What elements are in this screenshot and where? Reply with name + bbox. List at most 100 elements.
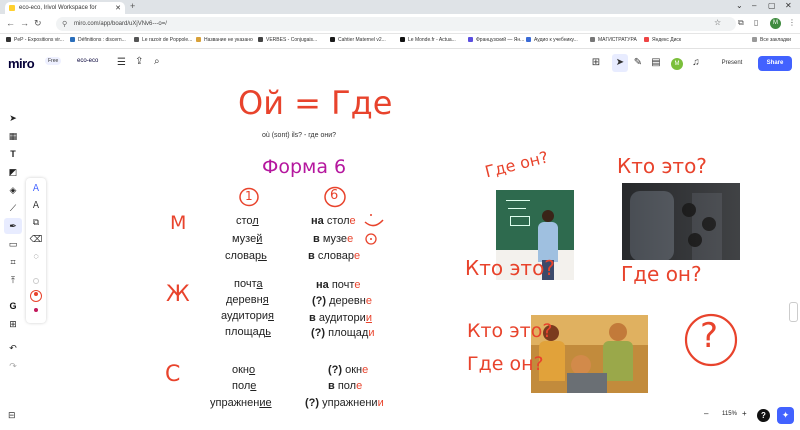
shapes-icon[interactable]: ◈ [4, 182, 22, 198]
noun-okno[interactable]: окно [232, 364, 255, 376]
ai-assist-button[interactable]: ✦ [777, 407, 794, 424]
undo-icon[interactable]: ↶ [4, 340, 22, 356]
noun-stol[interactable]: стол [236, 215, 259, 227]
bookmark-item[interactable]: Аудио к учебнику... [526, 37, 578, 43]
question-where-mid-right[interactable]: Где он? [621, 262, 702, 286]
bookmark-item[interactable]: Яндекс Диск [644, 37, 681, 43]
search-icon[interactable]: ⌕ [154, 56, 160, 67]
marker-icon[interactable]: Ａ [26, 198, 46, 212]
forward-icon[interactable]: → [20, 18, 29, 28]
notifications-icon[interactable]: ♫ [688, 54, 704, 72]
google-icon[interactable]: G [4, 298, 22, 314]
all-bookmarks[interactable]: Все закладки [752, 37, 791, 43]
bookmark-item[interactable]: Cahtier Maternel v2... [330, 37, 386, 43]
extensions-icon[interactable]: ⧉ [738, 18, 744, 28]
color-swatch-magenta[interactable] [34, 308, 38, 312]
bookmark-item[interactable]: Французский — Ян... [468, 37, 524, 43]
color-swatch-white[interactable] [33, 278, 39, 284]
question-where-bottom[interactable]: Где он? [467, 353, 544, 375]
bookmark-folder[interactable]: МАГИСТРАТУРА [590, 37, 637, 43]
connector-line-icon[interactable]: ⟋ [4, 200, 22, 216]
smart-draw-icon[interactable]: ⧉ [26, 215, 46, 229]
plan-badge[interactable]: Free [45, 57, 62, 65]
reactions-icon[interactable]: ✎ [630, 54, 646, 72]
reload-icon[interactable]: ↻ [34, 18, 42, 29]
subtitle-text[interactable]: où (sont) ils? - где они? [262, 132, 336, 139]
apps-icon[interactable]: ⊞ [588, 54, 604, 72]
browser-tab[interactable]: eco-eco, Irivol Workspace for ✕ [5, 2, 125, 14]
eraser-icon[interactable]: ⌫ [26, 232, 46, 246]
minimize-icon[interactable]: – [752, 1, 756, 10]
zoom-out-icon[interactable]: – [704, 409, 708, 418]
frame-tool-icon[interactable]: ⌗ [4, 254, 22, 270]
close-window-icon[interactable]: ✕ [785, 1, 792, 10]
text-tool-icon[interactable]: T [4, 146, 22, 162]
forma-6-handwritten[interactable]: Форма 6 [262, 156, 346, 178]
pen-icon[interactable]: Ａ [26, 181, 46, 195]
loc-na-stole[interactable]: на столе [311, 215, 356, 227]
question-who-bottom[interactable]: Кто это? [467, 320, 552, 342]
loc-q-ploshadi[interactable]: (?) площади [311, 327, 374, 339]
pen-tool-icon[interactable]: ✒ [4, 218, 22, 234]
bookmark-item[interactable]: VERBES - Conjugais... [258, 37, 317, 43]
new-tab-icon[interactable]: + [130, 1, 135, 11]
bookmark-item[interactable]: Définitions : discern... [70, 37, 126, 43]
gender-masculine-label[interactable]: М [170, 212, 186, 234]
gender-feminine-label[interactable]: Ж [166, 282, 190, 307]
loc-q-okne[interactable]: (?) окне [328, 364, 368, 376]
loc-v-auditorii[interactable]: в аудитории [309, 312, 372, 324]
lasso-icon[interactable]: ◌ [26, 249, 46, 263]
close-tab-icon[interactable]: ✕ [115, 4, 121, 12]
chevron-down-icon[interactable]: ⌄ [736, 1, 743, 10]
noun-muzey[interactable]: музей [232, 233, 262, 245]
url-field[interactable]: ⚲ miro.com/app/board/uXjVNv6---o=/ [56, 17, 736, 31]
noun-pochta[interactable]: почта [234, 278, 263, 290]
redo-icon[interactable]: ↷ [4, 358, 22, 374]
noun-ploshad[interactable]: площадь [225, 326, 271, 338]
question-who-mid-left[interactable]: Кто это? [465, 256, 555, 280]
board-name[interactable]: eco-eco [77, 58, 98, 64]
site-info-icon[interactable]: ⚲ [62, 20, 67, 28]
templates-icon[interactable]: ▦ [4, 128, 22, 144]
cursor-select-icon[interactable]: ➤ [612, 54, 628, 72]
loc-v-pole[interactable]: в поле [328, 380, 362, 392]
zoom-level[interactable]: 115% [722, 411, 737, 417]
miro-logo[interactable]: miro [8, 56, 35, 71]
help-button[interactable]: ? [757, 409, 770, 422]
comments-icon[interactable]: ▤ [648, 54, 664, 72]
export-icon[interactable]: ⇪ [135, 56, 143, 67]
present-button[interactable]: Present [711, 56, 753, 71]
main-menu-icon[interactable]: ☰ [117, 57, 126, 68]
loc-q-uprazhnenii[interactable]: (?) упражнении [305, 397, 384, 409]
bookmark-item[interactable]: Название не указано [196, 37, 253, 43]
noun-uprazhnenie[interactable]: упражнение [210, 397, 272, 409]
sticky-note-icon[interactable]: ◩ [4, 164, 22, 180]
share-button[interactable]: Share [758, 56, 792, 71]
bookmark-item[interactable]: Le razoir de Poppole... [134, 37, 192, 43]
select-tool-icon[interactable]: ➤ [4, 110, 22, 126]
add-more-icon[interactable]: ⊞ [4, 316, 22, 332]
question-who-top-right[interactable]: Кто это? [617, 154, 707, 178]
noun-auditoriya[interactable]: аудитория [221, 310, 274, 322]
bookmark-item[interactable]: Le Monde.fr - Actua... [400, 37, 456, 43]
loc-v-slovare[interactable]: в словаре [308, 250, 360, 262]
side-panel-handle[interactable] [789, 302, 798, 322]
big-question-mark[interactable]: ? [700, 316, 718, 356]
zoom-in-icon[interactable]: + [742, 409, 747, 418]
gender-neuter-label[interactable]: С [165, 362, 180, 387]
user-avatar[interactable]: M [671, 58, 683, 70]
sidebar-icon[interactable]: ▯ [754, 18, 758, 27]
frames-panel-icon[interactable]: ⊟ [8, 410, 16, 421]
comment-tool-icon[interactable]: ▭ [4, 236, 22, 252]
back-icon[interactable]: ← [6, 18, 15, 28]
loc-q-derevne[interactable]: (?) деревне [312, 295, 372, 307]
maximize-icon[interactable]: ▢ [768, 1, 776, 10]
board-title-handwritten[interactable]: Ой = Где [238, 84, 392, 122]
noun-pole[interactable]: поле [232, 380, 256, 392]
bookmark-item[interactable]: PeP - Expositions vir... [6, 37, 64, 43]
browser-menu-icon[interactable]: ⋮ [788, 18, 796, 27]
loc-na-pochte[interactable]: на почте [316, 279, 360, 291]
gym-photo[interactable] [622, 183, 740, 260]
loc-v-muzee[interactable]: в музее [313, 233, 353, 245]
noun-derevnya[interactable]: деревня [226, 294, 269, 306]
